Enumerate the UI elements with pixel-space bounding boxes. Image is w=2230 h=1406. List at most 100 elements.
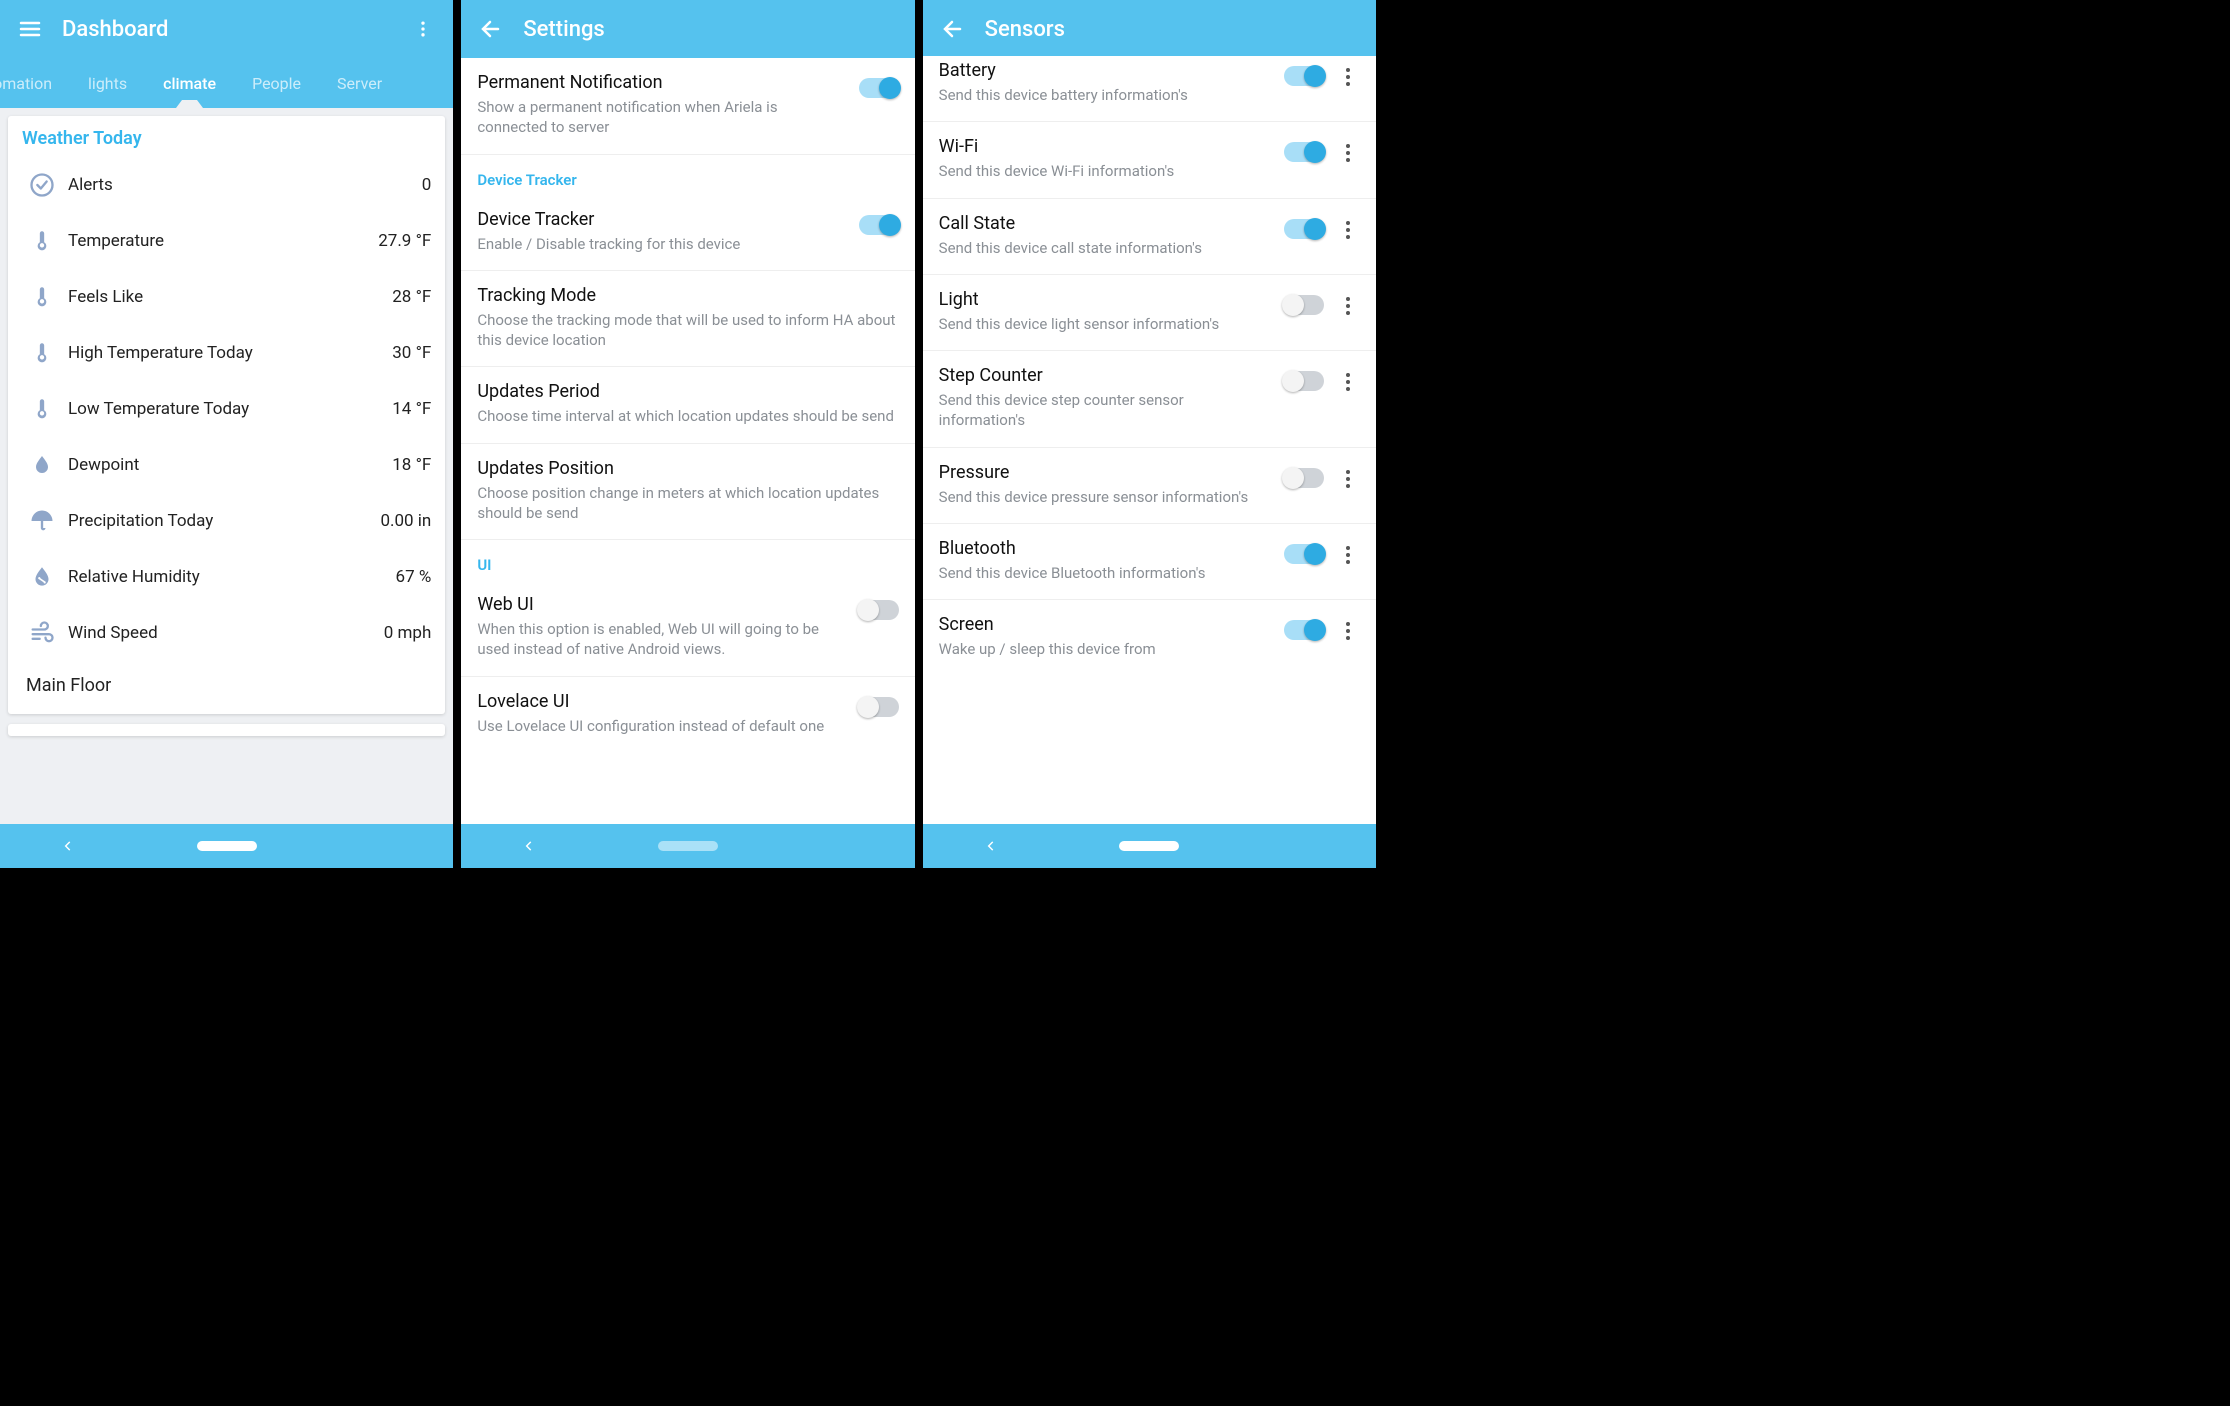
setting-sub: Choose time interval at which location u…: [477, 406, 898, 426]
settings-list[interactable]: Permanent Notification Show a permanent …: [461, 58, 914, 824]
weather-row-low-temp[interactable]: Low Temperature Today 14 °F: [22, 381, 431, 437]
sensor-bluetooth[interactable]: Bluetooth Send this device Bluetooth inf…: [923, 524, 1376, 600]
setting-title: Web UI: [477, 594, 846, 615]
nav-back-icon[interactable]: [984, 839, 998, 853]
row-label: Feels Like: [62, 287, 392, 307]
toggle-switch[interactable]: [859, 697, 899, 717]
sensor-step-counter[interactable]: Step Counter Send this device step count…: [923, 351, 1376, 448]
row-value: 67 %: [396, 567, 432, 587]
sensor-pressure[interactable]: Pressure Send this device pressure senso…: [923, 448, 1376, 524]
water-drop-icon: [22, 453, 62, 477]
more-icon[interactable]: [1336, 470, 1360, 488]
setting-title: Screen: [939, 614, 1272, 635]
wind-icon: [22, 619, 62, 647]
toggle-switch[interactable]: [859, 215, 899, 235]
setting-title: Tracking Mode: [477, 285, 898, 306]
nav-home-icon[interactable]: [197, 841, 257, 851]
toggle-switch[interactable]: [859, 78, 899, 98]
setting-sub: Send this device pressure sensor informa…: [939, 487, 1272, 507]
tab-people[interactable]: People: [234, 58, 319, 108]
tab-server[interactable]: Server: [319, 58, 400, 108]
toggle-switch[interactable]: [1284, 468, 1324, 488]
system-navbar: [461, 824, 914, 868]
more-icon[interactable]: [1336, 546, 1360, 564]
setting-web-ui[interactable]: Web UI When this option is enabled, Web …: [461, 580, 914, 677]
weather-card: Weather Today Alerts 0 Temperature 27.9: [8, 116, 445, 714]
setting-title: Device Tracker: [477, 209, 846, 230]
weather-row-dewpoint[interactable]: Dewpoint 18 °F: [22, 437, 431, 493]
row-value: 0: [422, 175, 432, 195]
humidity-icon: [22, 564, 62, 590]
setting-sub: Use Lovelace UI configuration instead of…: [477, 716, 846, 736]
sensor-screen[interactable]: Screen Wake up / sleep this device from: [923, 600, 1376, 675]
page-title: Sensors: [985, 17, 1065, 42]
toggle-switch[interactable]: [1284, 371, 1324, 391]
setting-sub: Enable / Disable tracking for this devic…: [477, 234, 846, 254]
toggle-switch[interactable]: [1284, 544, 1324, 564]
more-icon[interactable]: [1336, 622, 1360, 640]
sensors-list[interactable]: Battery Send this device battery informa…: [923, 56, 1376, 824]
setting-sub: Choose position change in meters at whic…: [477, 483, 898, 524]
more-icon[interactable]: [1336, 221, 1360, 239]
toggle-switch[interactable]: [859, 600, 899, 620]
weather-row-precip[interactable]: Precipitation Today 0.00 in: [22, 493, 431, 549]
setting-updates-position[interactable]: Updates Position Choose position change …: [461, 444, 914, 541]
setting-sub: Send this device step counter sensor inf…: [939, 390, 1272, 431]
more-menu-icon[interactable]: [403, 9, 443, 49]
nav-back-icon[interactable]: [61, 839, 75, 853]
toggle-switch[interactable]: [1284, 295, 1324, 315]
weather-row-alerts[interactable]: Alerts 0: [22, 157, 431, 213]
appbar: Dashboard: [0, 0, 453, 58]
setting-permanent-notification[interactable]: Permanent Notification Show a permanent …: [461, 58, 914, 155]
row-label: Temperature: [62, 231, 378, 251]
row-value: 30 °F: [392, 343, 431, 363]
sensors-panel: Sensors Battery Send this device battery…: [923, 0, 1376, 868]
weather-row-temperature[interactable]: Temperature 27.9 °F: [22, 213, 431, 269]
toggle-switch[interactable]: [1284, 219, 1324, 239]
sensor-wifi[interactable]: Wi-Fi Send this device Wi-Fi information…: [923, 122, 1376, 198]
setting-lovelace-ui[interactable]: Lovelace UI Use Lovelace UI configuratio…: [461, 677, 914, 752]
setting-device-tracker[interactable]: Device Tracker Enable / Disable tracking…: [461, 195, 914, 271]
menu-icon[interactable]: [10, 9, 50, 49]
row-label: Alerts: [62, 175, 422, 195]
row-label: Precipitation Today: [62, 511, 380, 531]
tab-automation[interactable]: tomation: [0, 58, 70, 108]
row-value: 0.00 in: [380, 511, 431, 531]
more-icon[interactable]: [1336, 68, 1360, 86]
more-icon[interactable]: [1336, 144, 1360, 162]
setting-sub: Choose the tracking mode that will be us…: [477, 310, 898, 351]
back-icon[interactable]: [933, 9, 973, 49]
toggle-switch[interactable]: [1284, 66, 1324, 86]
row-value: 0 mph: [384, 623, 432, 643]
setting-tracking-mode[interactable]: Tracking Mode Choose the tracking mode t…: [461, 271, 914, 368]
toggle-switch[interactable]: [1284, 620, 1324, 640]
setting-title: Updates Position: [477, 458, 898, 479]
tab-lights[interactable]: lights: [70, 58, 145, 108]
sensor-call-state[interactable]: Call State Send this device call state i…: [923, 199, 1376, 275]
more-icon[interactable]: [1336, 297, 1360, 315]
setting-title: Step Counter: [939, 365, 1272, 386]
weather-row-humidity[interactable]: Relative Humidity 67 %: [22, 549, 431, 605]
dashboard-content[interactable]: Weather Today Alerts 0 Temperature 27.9: [0, 108, 453, 824]
setting-title: Call State: [939, 213, 1272, 234]
toggle-switch[interactable]: [1284, 142, 1324, 162]
weather-row-feels-like[interactable]: Feels Like 28 °F: [22, 269, 431, 325]
nav-back-icon[interactable]: [522, 839, 536, 853]
settings-panel: Settings Permanent Notification Show a p…: [461, 0, 914, 868]
sensor-battery[interactable]: Battery Send this device battery informa…: [923, 56, 1376, 122]
setting-sub: Send this device Wi-Fi information's: [939, 161, 1272, 181]
sensor-light[interactable]: Light Send this device light sensor info…: [923, 275, 1376, 351]
more-icon[interactable]: [1336, 373, 1360, 391]
row-value: 28 °F: [392, 287, 431, 307]
weather-row-wind[interactable]: Wind Speed 0 mph: [22, 605, 431, 661]
back-icon[interactable]: [471, 9, 511, 49]
nav-home-icon[interactable]: [658, 841, 718, 851]
setting-title: Battery: [939, 60, 1272, 81]
appbar: Settings: [461, 0, 914, 58]
setting-updates-period[interactable]: Updates Period Choose time interval at w…: [461, 367, 914, 443]
nav-home-icon[interactable]: [1119, 841, 1179, 851]
section-header-ui: UI: [461, 540, 914, 580]
tab-climate[interactable]: climate: [145, 58, 234, 108]
setting-sub: Send this device battery information's: [939, 85, 1272, 105]
weather-row-high-temp[interactable]: High Temperature Today 30 °F: [22, 325, 431, 381]
